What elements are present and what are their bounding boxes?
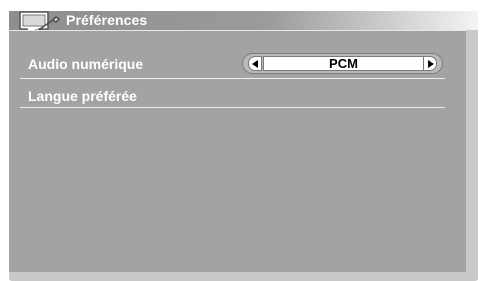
audio-selector[interactable]: PCM xyxy=(242,53,443,74)
row-divider xyxy=(20,107,445,108)
menu-header: Préférences xyxy=(9,11,478,30)
selector-value: PCM xyxy=(329,56,358,71)
row-divider xyxy=(20,78,445,79)
arrow-left-icon[interactable] xyxy=(248,56,262,71)
menu-title: Préférences xyxy=(66,12,148,28)
setting-label: Audio numérique xyxy=(28,56,144,72)
selector-value-box: PCM xyxy=(263,56,424,71)
setting-label: Langue préférée xyxy=(28,88,137,104)
setting-row-language[interactable]: Langue préférée xyxy=(20,84,445,107)
arrow-right-icon[interactable] xyxy=(423,56,437,71)
